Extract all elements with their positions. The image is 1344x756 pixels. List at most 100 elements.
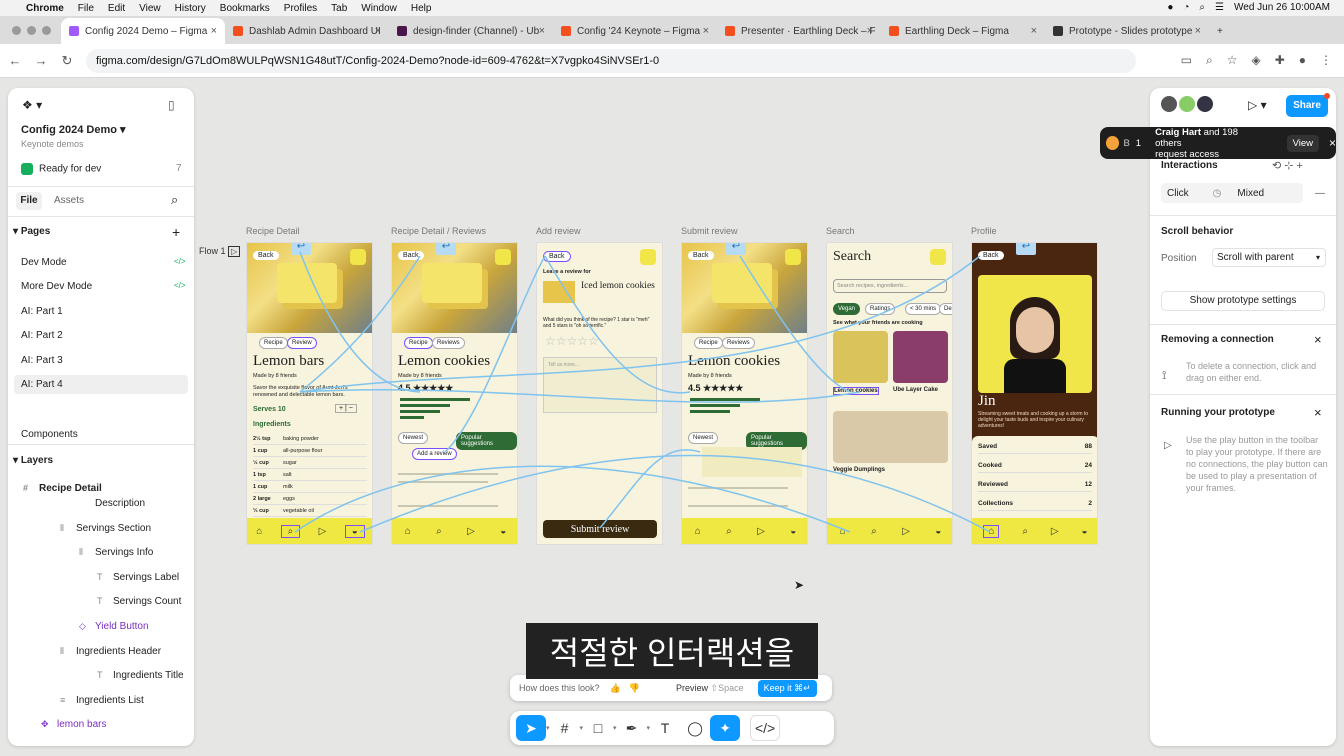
close-icon[interactable]: × (703, 25, 709, 37)
page-item[interactable]: AI: Part 4 (21, 379, 194, 390)
browser-tab[interactable]: Presenter · Earthling Deck – F × (717, 18, 881, 44)
move-tool-icon[interactable]: ➤ (516, 715, 546, 741)
avatar[interactable] (640, 249, 656, 265)
browser-tab[interactable]: Earthling Deck – Figma × (881, 18, 1045, 44)
avatar[interactable] (1197, 96, 1213, 112)
browser-tab[interactable]: Config 2024 Demo – Figma × (61, 18, 225, 44)
frame-label[interactable]: Search (826, 226, 855, 236)
popular-button[interactable]: Popular suggestions (456, 432, 517, 450)
wifi-icon[interactable]: ◔ (1183, 2, 1189, 13)
search-icon[interactable]: ⌕ (1022, 526, 1028, 537)
remove-interaction-icon[interactable]: — (1315, 188, 1325, 199)
profile-icon[interactable]: ● (1299, 53, 1306, 68)
menu-profiles[interactable]: Profiles (284, 3, 317, 14)
close-window-button[interactable] (12, 26, 21, 35)
tab-assets[interactable]: Assets (54, 195, 94, 206)
menu-help[interactable]: Help (411, 3, 432, 14)
chef-hat-icon[interactable]: ◒ (500, 526, 506, 537)
chef-hat-icon[interactable]: ◒ (344, 524, 365, 538)
menu-view[interactable]: View (139, 3, 161, 14)
frame-tool-icon[interactable]: # (550, 715, 580, 741)
flow-label[interactable]: Flow 1 ▷ (199, 246, 241, 257)
thumbs-up-icon[interactable]: 👍 (610, 683, 621, 694)
menu-file[interactable]: File (78, 3, 94, 14)
close-icon[interactable]: × (211, 25, 217, 37)
back-button[interactable]: Back (398, 251, 424, 260)
avatar[interactable] (1161, 96, 1177, 112)
back-button[interactable]: Back (253, 251, 279, 260)
status-icon[interactable]: ● (1167, 2, 1173, 13)
menu-bookmarks[interactable]: Bookmarks (220, 3, 270, 14)
layer-item[interactable]: ⦀ Ingredients Header (60, 646, 194, 657)
close-icon[interactable]: × (1031, 25, 1037, 37)
tab-reviews[interactable]: Reviews (722, 337, 755, 349)
tab-review[interactable]: Review (287, 337, 317, 349)
profile-row[interactable]: Cooked 24 (978, 462, 1092, 473)
back-button[interactable]: Back (978, 251, 1004, 260)
close-icon[interactable]: × (1329, 136, 1336, 150)
components-label[interactable]: Components (21, 429, 194, 440)
layer-item[interactable]: T Servings Count (97, 596, 194, 607)
sort-select[interactable]: Newest (398, 432, 429, 444)
home-icon[interactable]: ⌂ (405, 526, 411, 537)
frame-search[interactable]: Search Search recipes, ingredients... Ve… (826, 242, 953, 545)
interaction-row[interactable]: Click ◷ Mixed (1161, 183, 1303, 203)
layer-item[interactable]: ✥ lemon bars (41, 719, 194, 730)
chevron-down-icon[interactable]: ▾ (546, 724, 550, 732)
page-item[interactable]: AI: Part 1 (21, 306, 194, 317)
page-item[interactable]: Dev Mode (21, 257, 194, 268)
page-item[interactable]: AI: Part 3 (21, 355, 194, 366)
close-icon[interactable]: × (539, 25, 545, 37)
close-icon[interactable]: × (867, 25, 873, 37)
video-icon[interactable]: ▷ (319, 526, 327, 537)
page-item[interactable]: AI: Part 2 (21, 330, 194, 341)
page-item[interactable]: More Dev Mode (21, 281, 194, 292)
close-icon[interactable]: × (1314, 405, 1322, 420)
search-icon[interactable]: ⌕ (726, 526, 732, 537)
frame-label[interactable]: Recipe Detail / Reviews (391, 226, 486, 236)
file-title[interactable]: Config 2024 Demo ▾ (21, 123, 194, 136)
layer-item[interactable]: T Ingredients Title (97, 670, 194, 681)
close-icon[interactable]: × (375, 25, 381, 37)
yield-stepper[interactable]: + | − (335, 404, 357, 413)
review-textarea[interactable]: Tell us more... (543, 357, 657, 413)
minimize-window-button[interactable] (27, 26, 36, 35)
search-icon[interactable]: ⌕ (436, 526, 442, 537)
profile-row[interactable]: Collections 2 (978, 500, 1092, 511)
profile-row[interactable]: Saved 88 (978, 443, 1092, 454)
zoom-icon[interactable]: ⌕ (1206, 53, 1213, 68)
menu-history[interactable]: History (175, 3, 206, 14)
back-icon[interactable]: ← (4, 53, 26, 68)
add-review-button[interactable]: Add a review (412, 448, 457, 460)
home-icon[interactable]: ⌂ (983, 524, 1000, 538)
show-prototype-settings-button[interactable]: Show prototype settings (1161, 291, 1325, 311)
tab-file[interactable]: File (16, 192, 42, 210)
url-field[interactable]: figma.com/design/G7LdOm8WULPqWSN1G48utT/… (86, 48, 1136, 73)
video-icon[interactable]: ▷ (467, 526, 475, 537)
avatars[interactable] (1161, 96, 1213, 112)
avatar[interactable] (495, 249, 511, 265)
browser-tab[interactable]: Prototype - Slides prototype × (1045, 18, 1209, 44)
rectangle-tool-icon[interactable]: □ (583, 715, 613, 741)
interactions-tools[interactable]: ⟲ ⊹ + (1272, 159, 1303, 172)
tab-recipe[interactable]: Recipe (694, 337, 723, 349)
ube-cake-image[interactable] (893, 331, 948, 383)
tab-recipe[interactable]: Recipe (404, 337, 433, 349)
star-rating[interactable]: ☆☆☆☆☆ (545, 334, 599, 348)
avatar[interactable] (930, 249, 946, 265)
layer-item[interactable]: ◇ Yield Button (79, 621, 194, 632)
reload-icon[interactable]: ↻ (56, 53, 78, 69)
back-arrow-icon[interactable]: ↩ (436, 243, 456, 255)
menubar-datetime[interactable]: Wed Jun 26 10:00AM (1234, 2, 1330, 13)
back-arrow-icon[interactable]: ↩ (726, 243, 746, 255)
present-icon[interactable]: ▷ ▾ (1248, 98, 1267, 112)
menu-tab[interactable]: Tab (331, 3, 347, 14)
frame-label[interactable]: Profile (971, 226, 997, 236)
chef-hat-icon[interactable]: ◒ (790, 526, 796, 537)
back-arrow-icon[interactable]: ↩ (291, 243, 311, 255)
tab-reviews[interactable]: Reviews (432, 337, 465, 349)
browser-tab[interactable]: Config '24 Keynote – Figma × (553, 18, 717, 44)
frame-add-review[interactable]: Back Leave a review for Iced lemon cooki… (536, 242, 663, 545)
browser-tab[interactable]: Dashlab Admin Dashboard UI × (225, 18, 389, 44)
comment-tool-icon[interactable]: ◯ (680, 715, 710, 741)
